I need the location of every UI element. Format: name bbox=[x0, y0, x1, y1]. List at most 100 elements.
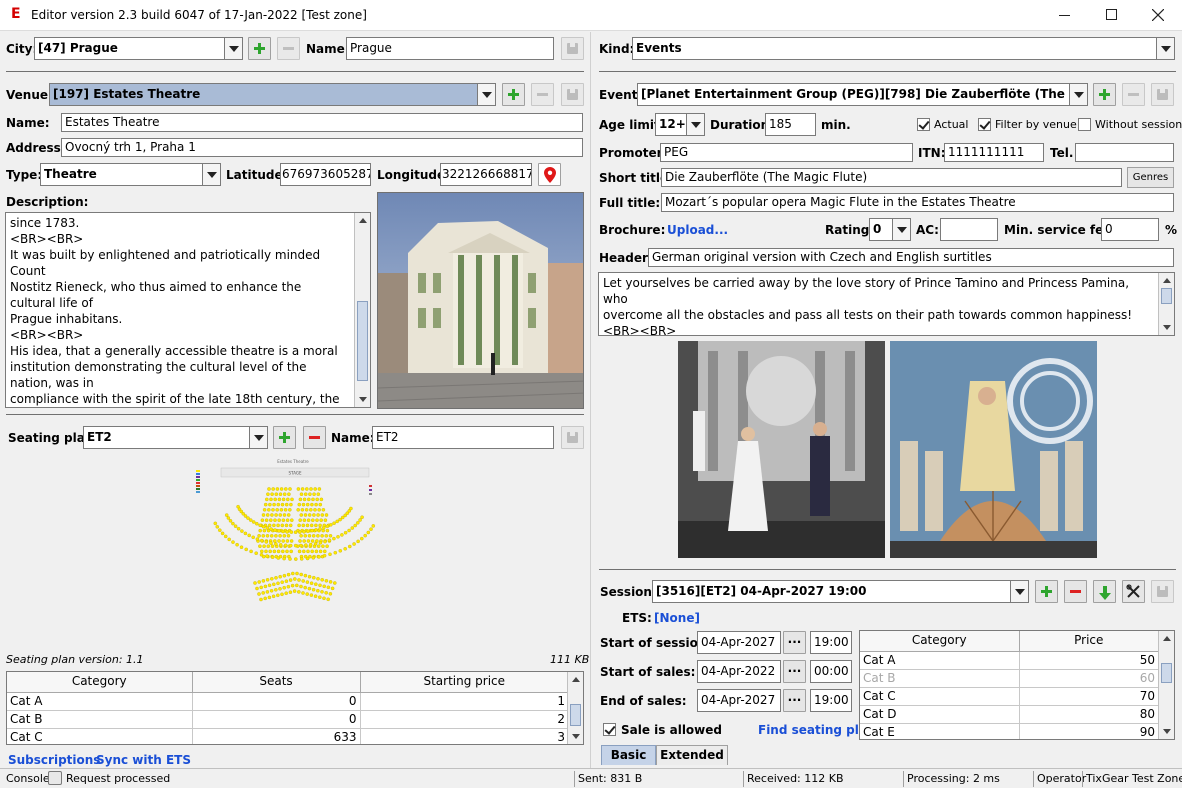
seat[interactable] bbox=[253, 581, 257, 585]
event-description[interactable]: Let yourselves be carried away by the lo… bbox=[598, 272, 1175, 336]
seat[interactable] bbox=[227, 537, 231, 542]
seat[interactable] bbox=[338, 517, 342, 522]
seat[interactable] bbox=[324, 513, 329, 517]
seat[interactable] bbox=[324, 591, 328, 595]
seat[interactable] bbox=[309, 508, 313, 512]
seat[interactable] bbox=[308, 542, 313, 547]
seat[interactable] bbox=[328, 552, 332, 557]
seat[interactable] bbox=[272, 549, 277, 554]
seat[interactable] bbox=[302, 530, 306, 534]
seat[interactable] bbox=[276, 581, 280, 586]
seat[interactable] bbox=[261, 513, 266, 517]
seat[interactable] bbox=[328, 534, 333, 538]
seat[interactable] bbox=[265, 497, 269, 502]
seat[interactable] bbox=[314, 549, 319, 554]
seat[interactable] bbox=[258, 523, 262, 528]
seat[interactable] bbox=[302, 549, 306, 554]
seat[interactable] bbox=[286, 513, 291, 517]
seat[interactable] bbox=[295, 571, 299, 576]
seat[interactable] bbox=[272, 502, 276, 507]
address-field[interactable]: Ovocný trh 1, Praha 1 bbox=[61, 138, 583, 157]
seat[interactable] bbox=[301, 591, 305, 595]
seat[interactable] bbox=[259, 597, 263, 602]
chevron-down-icon[interactable] bbox=[224, 38, 242, 59]
seat[interactable] bbox=[317, 555, 321, 559]
seat[interactable] bbox=[285, 530, 289, 534]
seat[interactable] bbox=[328, 592, 333, 596]
seat[interactable] bbox=[335, 519, 339, 524]
scroll-up-icon[interactable] bbox=[1159, 273, 1174, 288]
seat[interactable] bbox=[350, 526, 355, 530]
seat[interactable] bbox=[243, 531, 248, 536]
seat[interactable] bbox=[311, 534, 316, 538]
remove-venue-button[interactable] bbox=[531, 83, 554, 106]
seat[interactable] bbox=[298, 518, 302, 522]
seat[interactable] bbox=[303, 492, 308, 496]
seat[interactable] bbox=[218, 528, 222, 532]
seat[interactable] bbox=[299, 557, 304, 561]
duration-field[interactable]: 185 bbox=[765, 113, 816, 136]
seat[interactable] bbox=[284, 579, 289, 583]
seat[interactable] bbox=[309, 523, 314, 528]
seat[interactable] bbox=[282, 556, 286, 561]
seat[interactable] bbox=[277, 518, 281, 522]
add-session-button[interactable] bbox=[1035, 580, 1058, 603]
seat[interactable] bbox=[260, 538, 264, 543]
seat[interactable] bbox=[366, 530, 371, 535]
scroll-up-icon[interactable] bbox=[355, 213, 370, 228]
seat[interactable] bbox=[322, 596, 326, 601]
seat[interactable] bbox=[323, 549, 327, 554]
seat[interactable] bbox=[261, 534, 266, 538]
seat[interactable] bbox=[267, 595, 272, 600]
seat[interactable] bbox=[305, 592, 309, 596]
seat[interactable] bbox=[284, 502, 289, 507]
actual-checkbox[interactable] bbox=[917, 118, 930, 131]
seat[interactable] bbox=[262, 544, 266, 548]
seat[interactable] bbox=[265, 578, 270, 582]
seat[interactable] bbox=[305, 523, 310, 528]
ets-link[interactable]: [None] bbox=[654, 610, 700, 626]
column-header[interactable]: Category bbox=[860, 631, 1020, 652]
seat[interactable] bbox=[304, 543, 308, 547]
seat[interactable] bbox=[316, 492, 321, 496]
seat[interactable] bbox=[259, 553, 264, 557]
seat[interactable] bbox=[303, 585, 307, 590]
seat[interactable] bbox=[313, 487, 317, 491]
seat[interactable] bbox=[273, 497, 277, 502]
scrollbar[interactable] bbox=[567, 672, 583, 744]
seat[interactable] bbox=[297, 502, 302, 507]
seat[interactable] bbox=[371, 524, 376, 528]
seat[interactable] bbox=[329, 523, 333, 527]
sale-allowed-checkbox[interactable] bbox=[603, 723, 616, 736]
seat[interactable] bbox=[305, 502, 310, 507]
seat[interactable] bbox=[295, 583, 299, 588]
seat[interactable] bbox=[273, 528, 277, 532]
seat[interactable] bbox=[273, 518, 277, 522]
without-sessions-checkbox[interactable] bbox=[1078, 118, 1091, 131]
seat[interactable] bbox=[303, 573, 308, 578]
seat[interactable] bbox=[257, 580, 261, 584]
seat[interactable] bbox=[213, 521, 218, 526]
seat[interactable] bbox=[363, 533, 367, 538]
seat[interactable] bbox=[244, 547, 248, 552]
scroll-thumb[interactable] bbox=[570, 704, 581, 726]
table-row[interactable]: Cat A 50 bbox=[860, 651, 1159, 670]
seat[interactable] bbox=[215, 525, 220, 529]
seat[interactable] bbox=[300, 508, 305, 512]
seat[interactable] bbox=[312, 575, 316, 580]
seat[interactable] bbox=[327, 538, 332, 542]
seat[interactable] bbox=[282, 585, 286, 590]
chevron-down-icon[interactable] bbox=[1010, 581, 1028, 602]
seat[interactable] bbox=[305, 580, 310, 584]
scroll-thumb[interactable] bbox=[357, 301, 368, 381]
seat[interactable] bbox=[289, 549, 293, 554]
seat[interactable] bbox=[318, 595, 322, 599]
seat[interactable] bbox=[314, 502, 318, 507]
table-row[interactable]: Cat B 60 bbox=[860, 669, 1159, 688]
seat[interactable] bbox=[299, 513, 304, 517]
seat[interactable] bbox=[306, 539, 311, 543]
seat[interactable] bbox=[292, 589, 297, 593]
seat[interactable] bbox=[248, 518, 253, 522]
seat[interactable] bbox=[291, 571, 295, 576]
seat[interactable] bbox=[311, 556, 316, 560]
